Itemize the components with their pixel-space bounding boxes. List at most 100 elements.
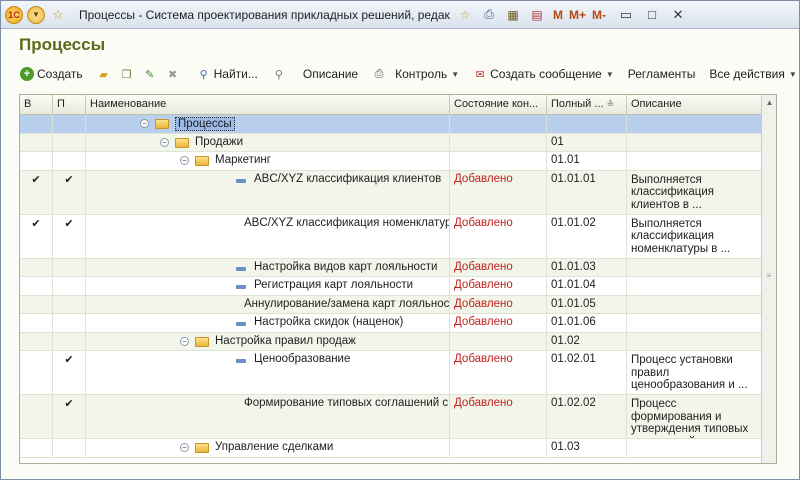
description-button[interactable]: Описание: [300, 64, 361, 84]
state-cell: Добавлено: [450, 277, 547, 295]
calculator-icon[interactable]: ▦: [503, 5, 523, 25]
copy-button[interactable]: ❐: [117, 64, 140, 84]
table-row[interactable]: ✔ Формирование типовых соглашений с клиен…: [20, 395, 762, 439]
app-logo-icon[interactable]: 1С: [5, 5, 23, 24]
table-row[interactable]: Настройка видов карт лояльности Добавлено…: [20, 258, 762, 277]
create-message-dropdown[interactable]: ✉ Создать сообщение ▼: [470, 64, 617, 84]
create-folder-button[interactable]: ▰: [94, 64, 117, 84]
find-button[interactable]: ⚲ Найти...: [194, 64, 261, 84]
checkmark-v-cell: ✔: [20, 214, 53, 258]
folder-icon: [195, 156, 209, 166]
table-row[interactable]: Регистрация карт лояльности Добавлено 01.0…: [20, 277, 762, 296]
table-row[interactable]: − Настройка правил продаж 01.02: [20, 332, 762, 351]
checkmark-v-cell: [20, 439, 53, 457]
app-window: 1С ▼ ☆ Процессы - Система проектирования…: [0, 0, 800, 480]
checkmark-v-cell: ✔: [20, 170, 53, 214]
regulations-label: Регламенты: [627, 67, 696, 81]
code-cell: 01.01.05: [547, 295, 627, 313]
collapse-icon[interactable]: −: [180, 443, 189, 452]
chevron-down-icon: ▼: [788, 69, 797, 79]
checkmark-p-cell: [53, 277, 86, 295]
table-row[interactable]: ✔ ✔ ABC/XYZ классификация номенклатуры Доба…: [20, 214, 762, 259]
column-header-state[interactable]: Состояние кон...: [450, 95, 547, 115]
table-row[interactable]: − Процессы: [20, 115, 762, 134]
chevron-down-icon: ▼: [605, 69, 614, 79]
column-header-name[interactable]: Наименование: [86, 95, 450, 115]
column-header-description[interactable]: Описание: [627, 95, 762, 115]
print-button[interactable]: ⎙: [369, 64, 392, 84]
folder-icon: [195, 336, 209, 347]
row-name-label: Настройка видов карт лояльности: [254, 260, 438, 273]
state-cell: Добавлено: [450, 351, 547, 394]
message-icon: ✉: [475, 68, 485, 81]
star-icon[interactable]: ☆: [49, 6, 67, 24]
scroll-thumb[interactable]: ≡: [764, 271, 774, 281]
all-actions-dropdown[interactable]: Все действия ▼: [706, 64, 799, 84]
clear-search-button[interactable]: ⚲: [269, 64, 292, 84]
history-icon[interactable]: ⎙: [479, 5, 499, 25]
table-row[interactable]: ✔ ✔ ABC/XYZ классификация клиентов Добавлен…: [20, 170, 762, 215]
process-item-icon: [236, 266, 246, 271]
table-row[interactable]: − Управление сделками 01.03: [20, 439, 762, 458]
state-cell: [450, 332, 547, 350]
checkmark-p-cell: ✔: [53, 395, 86, 438]
processes-table[interactable]: В П Наименование Состояние кон... Полный…: [19, 94, 777, 464]
table-row[interactable]: − Продажи 01: [20, 133, 762, 152]
checkmark-p-cell: [53, 439, 86, 457]
row-name-label: Продажи: [195, 135, 244, 148]
regulations-button[interactable]: Регламенты: [625, 64, 699, 84]
name-cell: − Процессы: [86, 115, 450, 133]
table-row[interactable]: ✔ Ценообразование Добавлено 01.02.01 Процесс…: [20, 351, 762, 395]
maximize-icon[interactable]: □: [640, 5, 664, 25]
mem-button-mminus[interactable]: M-: [592, 8, 606, 22]
description-cell: [627, 115, 762, 133]
checkmark-v-cell: [20, 351, 53, 394]
row-name-label: Настройка скидок (наценок): [254, 316, 404, 328]
row-name-label: ABC/XYZ классификация клиентов: [254, 172, 442, 185]
name-cell: Настройка видов карт лояльности: [86, 258, 450, 276]
edit-button[interactable]: ✎: [140, 64, 163, 84]
favorite-icon[interactable]: ☆: [455, 5, 475, 25]
name-cell: ABC/XYZ классификация номенклатуры: [86, 214, 450, 258]
table-row[interactable]: Аннулирование/замена карт лояльности Доба…: [20, 295, 762, 314]
column-header-p[interactable]: П: [53, 95, 86, 115]
minimize-icon[interactable]: ▭: [614, 5, 638, 25]
calendar-icon[interactable]: ▤: [527, 5, 547, 25]
delete-button[interactable]: ✖: [163, 64, 186, 84]
scroll-up-icon[interactable]: ▲: [762, 95, 776, 110]
process-item-icon: [236, 359, 246, 363]
description-cell: [627, 314, 762, 332]
vertical-scrollbar[interactable]: ▲ ≡: [761, 95, 776, 463]
description-cell: [627, 152, 762, 170]
column-header-code[interactable]: Полный ... ≙: [547, 95, 627, 115]
state-cell: [450, 439, 547, 457]
name-cell: Формирование типовых соглашений с клиент…: [86, 395, 450, 438]
checkmark-p-cell: [53, 295, 86, 313]
create-button[interactable]: + Создать: [17, 64, 86, 84]
row-name-label: Ценообразование: [254, 353, 351, 365]
code-cell: 01.01.04: [547, 277, 627, 295]
state-cell: Добавлено: [450, 314, 547, 332]
control-dropdown[interactable]: Контроль ▼: [392, 64, 462, 84]
row-name-label: Настройка правил продаж: [215, 334, 356, 347]
copy-icon: ❐: [121, 68, 132, 81]
collapse-icon[interactable]: −: [180, 336, 189, 346]
table-row[interactable]: − Маркетинг 01.01: [20, 152, 762, 171]
printer-icon: ⎙: [374, 67, 384, 80]
mem-button-mplus[interactable]: M+: [569, 8, 586, 22]
collapse-icon[interactable]: −: [140, 119, 149, 128]
column-header-v[interactable]: В: [20, 95, 53, 115]
close-icon[interactable]: ✕: [666, 5, 690, 25]
table-row[interactable]: Настройка скидок (наценок) Добавлено 01.01…: [20, 314, 762, 333]
state-cell: Добавлено: [450, 295, 547, 313]
state-cell: Добавлено: [450, 395, 547, 438]
name-cell: − Маркетинг: [86, 152, 450, 170]
row-name-label: Аннулирование/замена карт лояльности: [244, 297, 450, 310]
collapse-icon[interactable]: −: [180, 156, 189, 165]
mem-button-m[interactable]: M: [553, 8, 563, 22]
main-menu-icon[interactable]: ▼: [27, 5, 45, 24]
page-title: Процессы: [19, 35, 106, 54]
collapse-icon[interactable]: −: [160, 137, 169, 147]
description-cell: [627, 258, 762, 276]
checkmark-v-cell: [20, 152, 53, 170]
